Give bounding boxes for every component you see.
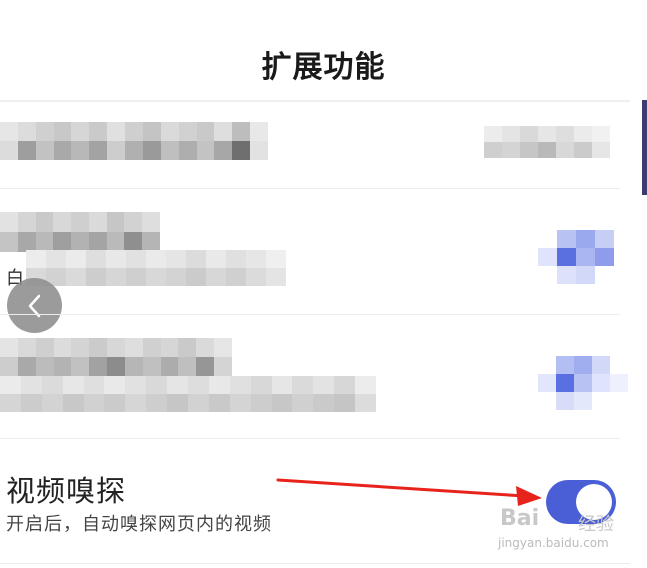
row-divider [0,438,620,439]
page-header: 扩展功能 [0,0,647,100]
obscured-row-3-toggle[interactable] [538,356,628,410]
page-title: 扩展功能 [261,50,386,85]
red-arrow-annotation [276,478,542,506]
header-divider [0,100,630,102]
back-button[interactable] [7,278,62,333]
video-sniff-description: 开启后，自动嗅探网页内的视频 [6,514,272,535]
watermark-url: jingyan.baidu.com [498,536,609,550]
edge-marker [642,100,647,195]
obscured-row-3-title [0,338,232,376]
obscured-row-1-value [484,126,610,158]
obscured-row-2-desc [26,250,286,286]
obscured-row-1-text [0,122,268,160]
video-sniff-title: 视频嗅探 [6,474,127,508]
watermark-brand: Bai [500,506,540,531]
bottom-divider [0,563,630,564]
obscured-row-2-toggle[interactable] [538,230,614,284]
watermark-brand-suffix: 经验 [578,514,614,535]
chevron-left-icon [28,294,40,317]
row-divider [0,314,620,315]
obscured-row-2-title [0,212,160,252]
row-divider [0,188,620,189]
obscured-row-3-desc [0,376,376,412]
